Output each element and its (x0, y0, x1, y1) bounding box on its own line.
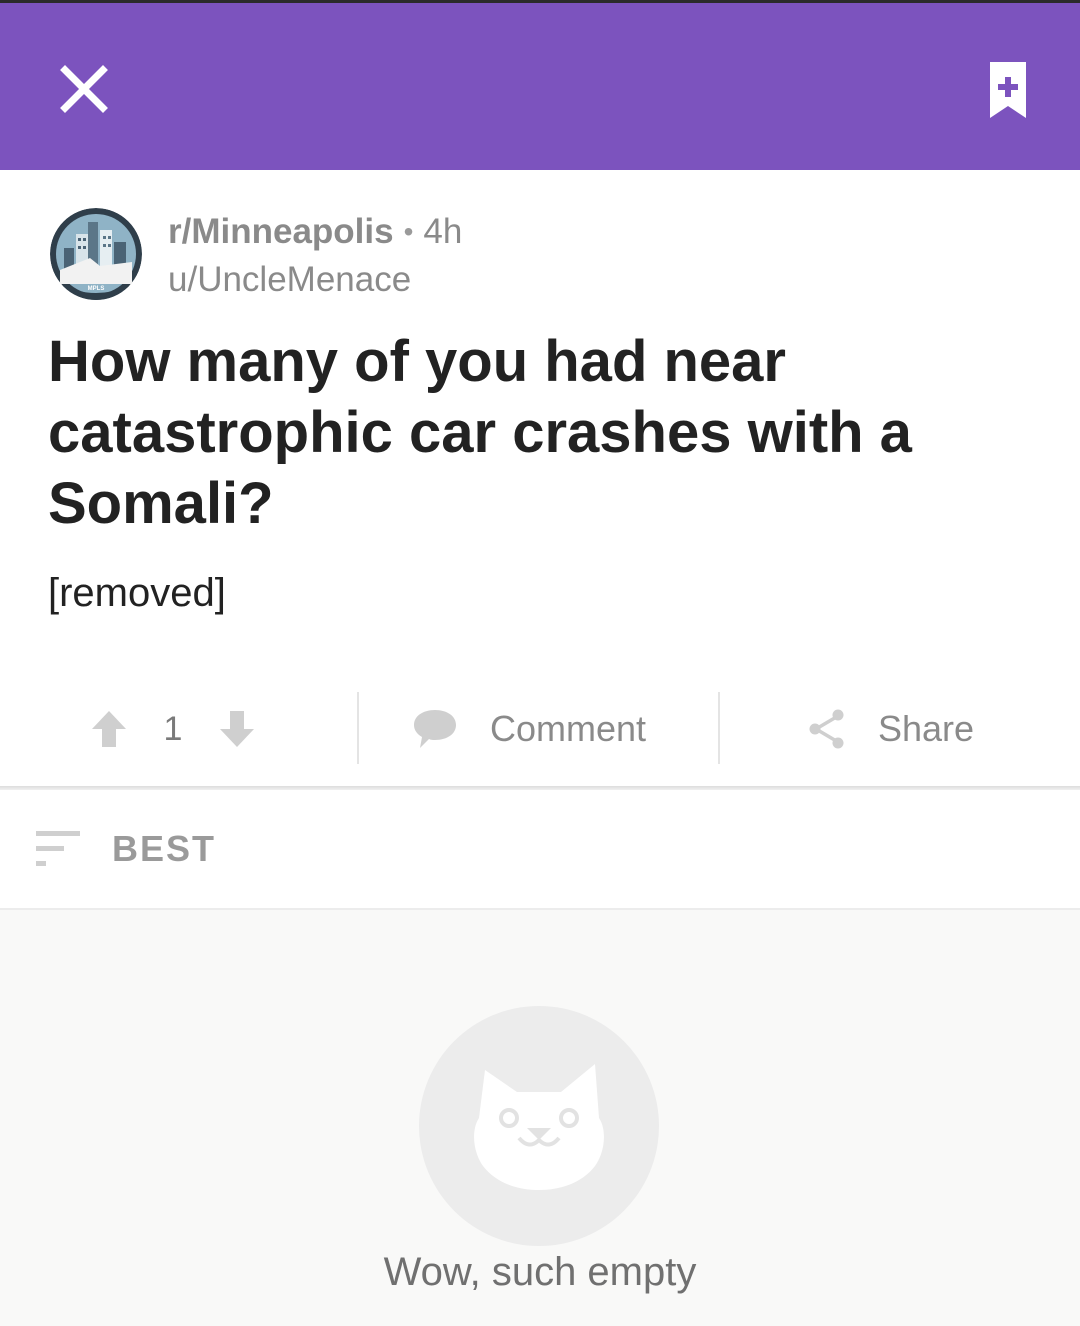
post-meta: r/Minneapolis • 4h (168, 210, 462, 254)
empty-state-illustration (419, 1006, 659, 1246)
top-app-bar (0, 0, 1080, 170)
post-title: How many of you had near catastrophic ca… (48, 329, 912, 536)
share-button[interactable]: Share (808, 690, 974, 768)
post-action-bar: 1 Comment Share (0, 690, 1080, 768)
sort-label: BEST (112, 828, 217, 869)
bookmark-add-icon (990, 62, 1026, 118)
close-icon (60, 65, 108, 113)
share-icon (809, 709, 844, 749)
empty-state-text: Wow, such empty (383, 1250, 697, 1294)
save-post-button[interactable] (980, 55, 1036, 125)
upvote-arrow-icon (92, 711, 126, 747)
downvote-arrow-icon (220, 711, 254, 747)
comment-bubble-icon (414, 710, 456, 748)
vote-controls: 1 (86, 690, 260, 768)
sort-button[interactable]: BEST (34, 816, 216, 882)
downvote-button[interactable] (214, 706, 260, 752)
action-divider (357, 692, 359, 764)
share-label: Share (878, 708, 975, 749)
comment-sort-bar: BEST (0, 790, 1080, 910)
post-detail-screen: MPLS r/Minneapolis • 4h u/UncleMenace Ho… (0, 0, 1080, 1326)
close-button[interactable] (52, 57, 116, 121)
city-skyline-icon: MPLS (50, 208, 142, 300)
comment-label: Comment (490, 708, 647, 749)
action-divider (718, 692, 720, 764)
sort-icon (36, 831, 80, 866)
meta-separator: • (403, 216, 414, 247)
snoo-cat-icon (474, 1064, 604, 1190)
post-body: [removed] (48, 571, 226, 615)
svg-text:MPLS: MPLS (88, 286, 105, 292)
author-link[interactable]: u/UncleMenace (168, 258, 411, 302)
vote-score: 1 (163, 709, 183, 748)
upvote-button[interactable] (86, 706, 132, 752)
post-age: 4h (423, 212, 463, 251)
subreddit-avatar[interactable]: MPLS (50, 208, 142, 300)
comment-button[interactable]: Comment (412, 690, 646, 768)
subreddit-link[interactable]: r/Minneapolis (168, 212, 394, 252)
empty-comments-area: Wow, such empty (0, 910, 1080, 1326)
